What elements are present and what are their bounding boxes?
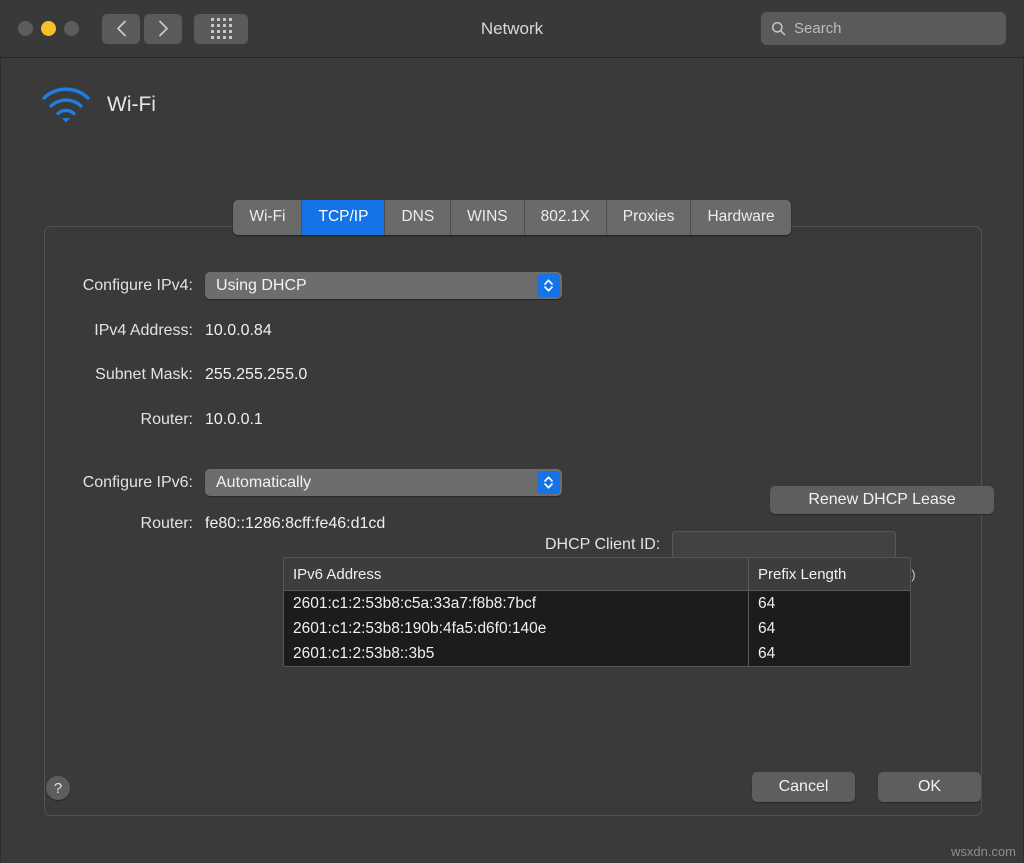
search-icon [771,21,786,36]
ipv6-router-label: Router: [140,515,193,532]
cell-prefix-length: 64 [758,619,776,637]
show-all-button[interactable] [194,13,248,44]
dhcp-client-id-input[interactable] [672,531,897,558]
watermark-text: wsxdn.com [950,844,1016,859]
chevron-updown-icon[interactable] [537,274,560,297]
configure-ipv4-row: Configure IPv4: Using DHCP [45,272,562,299]
window-titlebar: Network Search [0,0,1024,58]
cell-ipv6-address: 2601:c1:2:53b8:c5a:33a7:f8b8:7bcf [284,591,749,616]
cell-ipv6-address: 2601:c1:2:53b8::3b5 [284,641,749,666]
ipv4-router-value: 10.0.0.1 [205,411,263,428]
subnet-mask-row: Subnet Mask: 255.255.255.0 [45,366,307,384]
renew-dhcp-lease-button[interactable]: Renew DHCP Lease [770,486,994,514]
forward-button[interactable] [144,13,182,44]
ipv4-router-label: Router: [140,411,193,428]
ipv6-router-value: fe80::1286:8cff:fe46:d1cd [205,515,386,532]
table-row[interactable]: 2601:c1:2:53b8:c5a:33a7:f8b8:7bcf 64 [284,591,910,616]
chevron-right-icon [158,20,168,37]
ipv6-router-row: Router: fe80::1286:8cff:fe46:d1cd [45,515,386,533]
table-row[interactable]: 2601:c1:2:53b8::3b5 64 [284,641,910,666]
subnet-mask-value: 255.255.255.0 [205,366,308,383]
configure-ipv4-popup[interactable]: Using DHCP [205,272,562,299]
tab-tcpip[interactable]: TCP/IP [302,200,386,235]
configure-ipv6-row: Configure IPv6: Automatically [45,469,562,496]
ipv6-address-table: IPv6 Address Prefix Length 2601:c1:2:53b… [283,557,911,667]
ok-button[interactable]: OK [878,772,981,802]
ipv4-address-label: IPv4 Address: [94,322,193,339]
configure-ipv6-popup[interactable]: Automatically [205,469,562,496]
configure-ipv6-value: Automatically [216,473,312,491]
back-button[interactable] [102,13,140,44]
table-header-row: IPv6 Address Prefix Length [284,558,910,591]
ipv4-router-row: Router: 10.0.0.1 [45,411,263,429]
tab-wins[interactable]: WINS [451,200,525,235]
dhcp-client-id-label: DHCP Client ID: [545,535,661,553]
stepper-arrows-icon [544,279,553,292]
configure-ipv4-label: Configure IPv4: [82,276,193,294]
cell-ipv6-address: 2601:c1:2:53b8:190b:4fa5:d6f0:140e [284,616,749,641]
show-all-grid-icon [210,18,232,39]
minimize-button[interactable] [41,21,56,36]
cancel-button[interactable]: Cancel [752,772,855,802]
toolbar-nav-group [102,13,182,44]
tab-wifi[interactable]: Wi-Fi [233,200,303,235]
preferences-content: Wi-Fi Wi-Fi TCP/IP DNS WINS 802.1X Proxi… [0,58,1024,863]
tab-dns[interactable]: DNS [385,200,452,235]
ipv4-address-row: IPv4 Address: 10.0.0.84 [45,322,272,340]
cell-prefix-length: 64 [758,594,776,612]
column-header-prefix-length[interactable]: Prefix Length [749,558,910,590]
configure-ipv4-value: Using DHCP [216,276,307,294]
tab-hardware[interactable]: Hardware [691,200,791,235]
table-row[interactable]: 2601:c1:2:53b8:190b:4fa5:d6f0:140e 64 [284,616,910,641]
search-field[interactable]: Search [761,12,1006,45]
cell-prefix-length: 64 [758,644,776,662]
zoom-button[interactable] [64,21,79,36]
stepper-arrows-icon [544,476,553,489]
tab-proxies[interactable]: Proxies [606,200,692,235]
column-header-ipv6-address[interactable]: IPv6 Address [284,558,749,590]
subnet-mask-label: Subnet Mask: [95,366,193,383]
traffic-light-group [18,21,79,36]
configure-ipv6-label: Configure IPv6: [82,473,193,491]
wifi-icon [42,87,90,123]
ipv4-address-value: 10.0.0.84 [205,322,272,339]
tab-strip: Wi-Fi TCP/IP DNS WINS 802.1X Proxies Har… [233,200,791,235]
service-name-label: Wi-Fi [107,93,156,116]
chevron-updown-icon-ipv6[interactable] [537,471,560,494]
search-placeholder: Search [794,20,842,37]
tcpip-settings-panel: Configure IPv4: Using DHCP IPv4 Address:… [44,226,994,816]
dhcp-client-id-row: DHCP Client ID: [545,531,897,558]
table-body: 2601:c1:2:53b8:c5a:33a7:f8b8:7bcf 64 260… [284,591,910,666]
help-button[interactable]: ? [46,776,70,800]
tab-8021x[interactable]: 802.1X [524,200,607,235]
chevron-left-icon [116,20,126,37]
close-button[interactable] [18,21,33,36]
tab-bar: Wi-Fi TCP/IP DNS WINS 802.1X Proxies Har… [1,200,1023,235]
dialog-footer: ? Cancel OK [1,758,1023,863]
network-preferences-window: Network Search Wi-Fi Wi-Fi TCP/IP DNS WI… [0,0,1024,863]
service-header: Wi-Fi [1,58,1023,130]
